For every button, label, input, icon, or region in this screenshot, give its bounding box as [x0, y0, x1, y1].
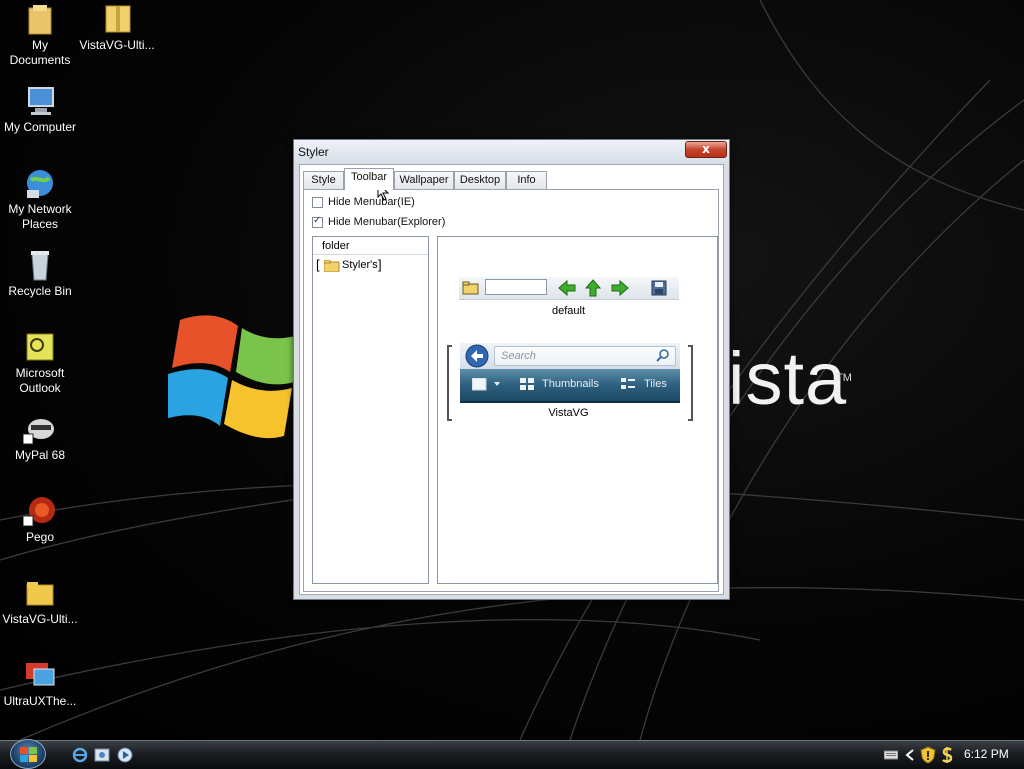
shield-icon[interactable]: [920, 746, 936, 764]
keyboard-icon[interactable]: [884, 749, 898, 761]
vista-brand-text: ista: [728, 337, 848, 420]
zip-folder-icon: [100, 2, 134, 36]
folder-icon: [23, 576, 57, 610]
vista-search-row: Search: [460, 343, 680, 369]
internet-explorer-icon[interactable]: [72, 747, 88, 763]
hide-menubar-ie-checkbox[interactable]: [312, 197, 323, 208]
hide-menubar-explorer-checkbox[interactable]: [312, 215, 323, 228]
window-title: Styler: [298, 145, 329, 159]
raccoon-icon: [22, 412, 57, 446]
desktop-icon-label: VistaVG-Ulti...: [79, 38, 155, 52]
pego-icon: [22, 494, 57, 528]
save-disk-icon: [651, 280, 667, 296]
tree-bracket-left: [: [316, 257, 320, 272]
folder-icon: [462, 281, 479, 295]
close-button[interactable]: x: [685, 141, 727, 158]
preview-label-default: default: [551, 305, 586, 317]
tab-style[interactable]: Style: [303, 171, 344, 189]
desktop-icon-label: VistaVG-Ulti...: [2, 612, 78, 626]
thumbnails-button[interactable]: Thumbnails: [542, 378, 599, 390]
desktop-icon-outlook[interactable]: Microsoft Outlook: [0, 330, 80, 396]
thumbnails-icon: [520, 378, 534, 390]
folder-icon: [23, 2, 57, 36]
view-dropdown-icon: [472, 378, 500, 391]
vista-command-bar: Thumbnails Tiles: [460, 369, 680, 403]
desktop-icon-label: Recycle Bin: [8, 284, 72, 298]
address-input[interactable]: [485, 279, 547, 295]
recycle-bin-icon: [23, 248, 57, 282]
desktop-icon-my-documents[interactable]: My Documents: [0, 2, 80, 68]
windows-logo-icon: [20, 747, 37, 762]
tab-toolbar[interactable]: Toolbar: [344, 168, 394, 190]
desktop-icon-mypal[interactable]: MyPal 68: [0, 412, 80, 463]
desktop-icon-label: My Computer: [3, 120, 77, 134]
window-titlebar[interactable]: Styler x: [294, 140, 729, 164]
vista-trademark: TM: [836, 372, 852, 384]
tiles-icon: [621, 378, 635, 389]
computer-icon: [23, 84, 57, 118]
desktop-icon-label: My Documents: [9, 38, 71, 67]
folder-tree-pane[interactable]: folder [ Styler's ]: [312, 236, 429, 584]
toolbar-tab-panel: Hide Menubar(IE) Hide Menubar(Explorer) …: [303, 189, 719, 592]
window-client-area: Style Toolbar Wallpaper Desktop Info Hid…: [299, 164, 724, 595]
up-arrow-icon: [584, 279, 602, 297]
desktop-icon-label: Pego: [25, 530, 55, 544]
folder-icon: [324, 260, 340, 272]
tab-info[interactable]: Info: [506, 171, 547, 189]
desktop-icon-vistavg-folder[interactable]: VistaVG-Ulti...: [0, 576, 80, 627]
tree-bracket-right: ]: [378, 257, 382, 272]
forward-arrow-icon: [611, 279, 629, 297]
checkbox-label: Hide Menubar(IE): [328, 196, 415, 208]
styler-window[interactable]: Styler x Style Toolbar Wallpaper Desktop…: [293, 139, 730, 600]
desktop-icon-ultrauxtheme[interactable]: UltraUXThe...: [0, 658, 80, 709]
close-icon: x: [702, 142, 710, 156]
desktop-icon-label: Microsoft Outlook: [15, 366, 65, 395]
globe-icon: [23, 166, 57, 200]
chevron-left-icon[interactable]: [905, 749, 915, 761]
back-arrow-icon: [558, 279, 576, 297]
toolbar-preview-default[interactable]: [459, 277, 679, 300]
show-desktop-icon[interactable]: [94, 747, 110, 763]
windows-flag-logo: [168, 315, 302, 439]
preview-label-vistavg: VistaVG: [548, 407, 589, 419]
desktop-icon-pego[interactable]: Pego: [0, 494, 80, 545]
dollar-app-icon[interactable]: [940, 746, 954, 764]
tree-item-label: Styler's: [342, 259, 378, 271]
vista-search-input[interactable]: Search: [494, 346, 676, 366]
outlook-icon: [23, 330, 57, 364]
desktop-icon-label: My Network Places: [8, 202, 72, 231]
tab-desktop[interactable]: Desktop: [454, 171, 506, 189]
desktop-icon-my-computer[interactable]: My Computer: [0, 84, 80, 135]
back-circle-icon: [465, 344, 489, 368]
media-player-icon[interactable]: [117, 747, 133, 763]
tab-wallpaper[interactable]: Wallpaper: [394, 171, 454, 189]
tree-column-header[interactable]: folder: [313, 237, 428, 255]
desktop-icon-network-places[interactable]: My Network Places: [0, 166, 80, 232]
search-icon: [656, 349, 669, 362]
checkbox-label: Hide Menubar(Explorer): [328, 216, 446, 228]
monitor-patch-icon: [23, 658, 57, 692]
start-button[interactable]: [10, 739, 46, 769]
desktop-icon-vistavg-zip[interactable]: VistaVG-Ulti...: [77, 2, 157, 53]
taskbar: 6:12 PM: [0, 739, 1024, 769]
desktop-icon-label: MyPal 68: [14, 448, 66, 462]
desktop-icon-recycle-bin[interactable]: Recycle Bin: [0, 248, 80, 299]
desktop-icon-label: UltraUXThe...: [3, 694, 77, 708]
toolbar-preview-vistavg[interactable]: Search Thumbnails Tiles: [460, 343, 680, 403]
clock-time[interactable]: 6:12 PM: [964, 747, 1009, 761]
toolbar-preview-pane[interactable]: default Search Thumbnails Tiles VistaVG: [437, 236, 718, 584]
tiles-button[interactable]: Tiles: [644, 378, 667, 390]
